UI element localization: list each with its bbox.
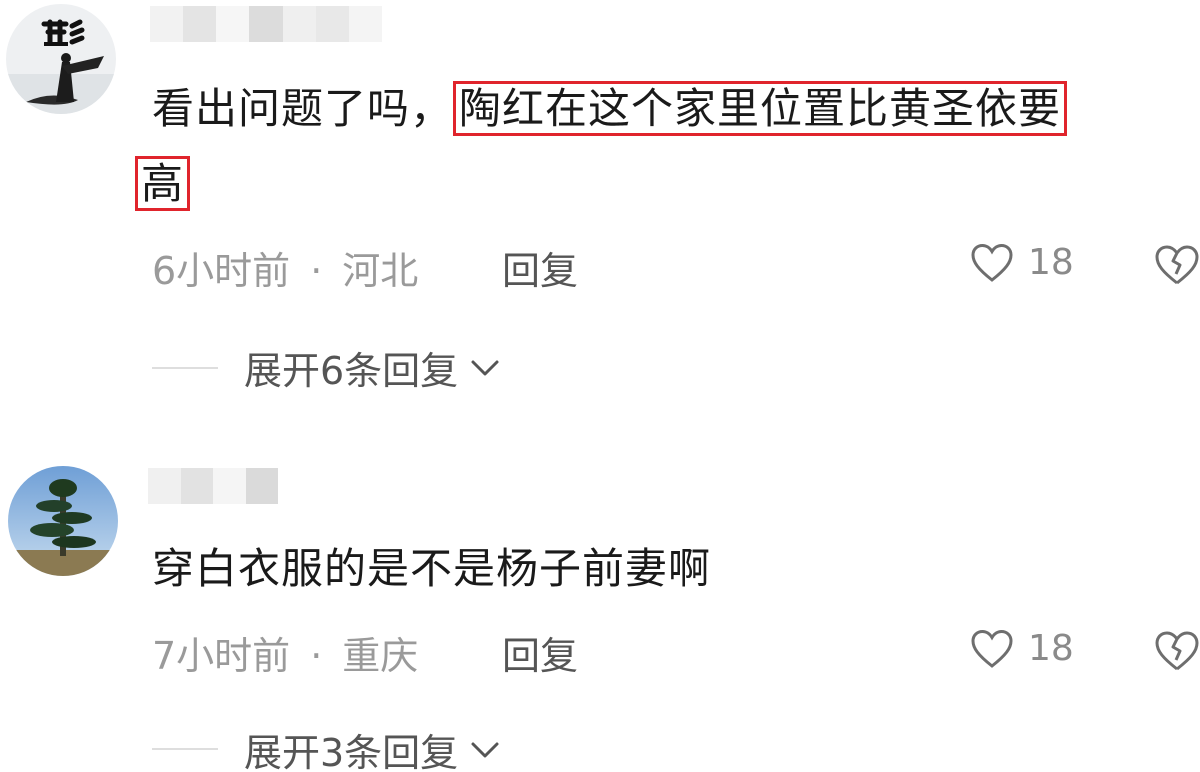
broken-heart-icon bbox=[1155, 631, 1199, 671]
avatar[interactable] bbox=[8, 466, 118, 576]
highlighted-text-continued: 高 bbox=[135, 156, 191, 211]
comment-meta: 7小时前 · 重庆 bbox=[152, 625, 418, 680]
dislike-button[interactable] bbox=[1154, 630, 1200, 676]
location: 河北 bbox=[342, 249, 419, 293]
like-count: 18 bbox=[1028, 628, 1074, 669]
comment-text: 看出问题了吗， 陶红在这个家里位置比黄圣依要 bbox=[152, 80, 1068, 138]
avatar[interactable] bbox=[6, 4, 116, 114]
like-button[interactable]: 18 bbox=[970, 628, 1074, 669]
chevron-down-icon bbox=[471, 742, 499, 757]
like-button[interactable]: 18 bbox=[970, 242, 1074, 283]
separator: · bbox=[310, 249, 323, 293]
username-blurred[interactable] bbox=[150, 6, 382, 42]
expand-label: 展开6条回复 bbox=[244, 349, 459, 393]
comment-meta: 6小时前 · 河北 bbox=[152, 240, 418, 295]
expand-label: 展开3条回复 bbox=[244, 731, 459, 772]
dislike-button[interactable] bbox=[1154, 244, 1200, 290]
broken-heart-icon bbox=[1155, 245, 1199, 285]
heart-icon bbox=[971, 243, 1013, 282]
expand-replies-button[interactable]: 展开3条回复 bbox=[244, 722, 500, 772]
username-blurred[interactable] bbox=[148, 468, 278, 504]
expand-replies-button[interactable]: 展开6条回复 bbox=[244, 340, 500, 395]
like-count: 18 bbox=[1028, 242, 1074, 283]
comment-text-start: 看出问题了吗， bbox=[152, 84, 454, 133]
location: 重庆 bbox=[342, 634, 419, 678]
comment-text: 穿白衣服的是不是杨子前妻啊 bbox=[152, 544, 712, 593]
comment-list: 看出问题了吗， 陶红在这个家里位置比黄圣依要 高 6小时前 · 河北 回复 18 展开… bbox=[0, 0, 1200, 772]
timestamp: 6小时前 bbox=[152, 249, 291, 293]
timestamp: 7小时前 bbox=[152, 634, 291, 678]
separator: · bbox=[310, 634, 323, 678]
heart-icon bbox=[971, 629, 1013, 668]
chevron-down-icon bbox=[471, 360, 499, 375]
expand-divider bbox=[152, 367, 218, 369]
reply-button[interactable]: 回复 bbox=[502, 240, 578, 295]
reply-button[interactable]: 回复 bbox=[502, 625, 578, 680]
expand-divider bbox=[152, 748, 218, 750]
highlighted-text: 陶红在这个家里位置比黄圣依要 bbox=[453, 81, 1068, 136]
comment-text-line2: 高 bbox=[135, 155, 191, 213]
